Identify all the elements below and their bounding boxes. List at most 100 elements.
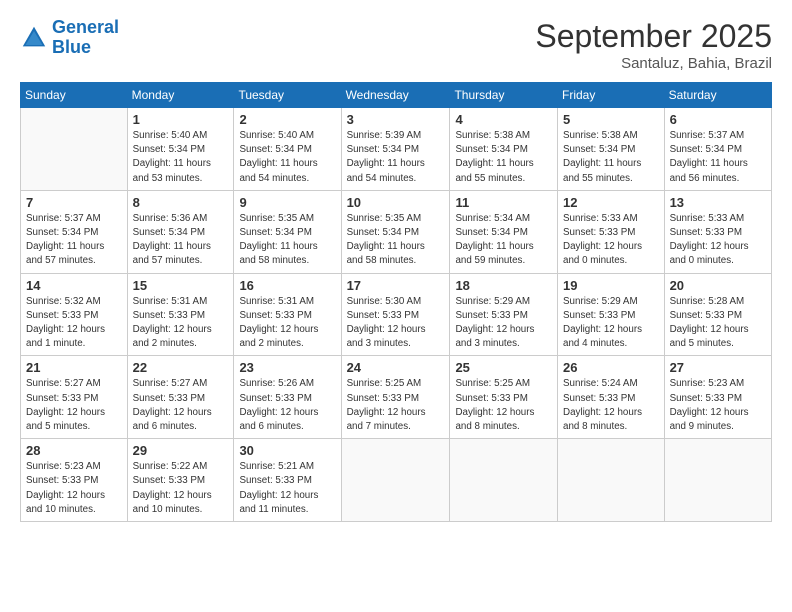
day-number: 3 [347,112,445,127]
day-info: Sunrise: 5:36 AM Sunset: 5:34 PM Dayligh… [133,212,229,269]
day-number: 22 [133,360,229,375]
day-number: 21 [26,360,122,375]
page: General Blue September 2025 Santaluz, Ba… [0,0,792,612]
calendar-cell: 30 Sunrise: 5:21 AM Sunset: 5:33 PM Dayli… [234,439,341,522]
day-number: 13 [670,195,766,210]
calendar-header-wednesday: Wednesday [341,83,450,108]
day-number: 5 [563,112,659,127]
calendar-header-friday: Friday [558,83,665,108]
day-info: Sunrise: 5:31 AM Sunset: 5:33 PM Dayligh… [239,295,335,352]
calendar-cell: 24 Sunrise: 5:25 AM Sunset: 5:33 PM Dayli… [341,356,450,439]
calendar-header-sunday: Sunday [21,83,128,108]
calendar-cell: 21 Sunrise: 5:27 AM Sunset: 5:33 PM Dayli… [21,356,128,439]
calendar-cell: 25Sunrise: 5:25 AM Sunset: 5:33 PM Dayli… [450,356,558,439]
day-number: 4 [455,112,552,127]
logo-icon [20,24,48,52]
calendar-header-thursday: Thursday [450,83,558,108]
calendar-header-row: SundayMondayTuesdayWednesdayThursdayFrid… [21,83,772,108]
day-number: 12 [563,195,659,210]
day-info: Sunrise: 5:27 AM Sunset: 5:33 PM Dayligh… [133,377,229,434]
day-info: Sunrise: 5:29 AM Sunset: 5:33 PM Dayligh… [455,295,552,352]
day-info: Sunrise: 5:26 AM Sunset: 5:33 PM Dayligh… [239,377,335,434]
header: General Blue September 2025 Santaluz, Ba… [20,18,772,72]
calendar-cell: 13 Sunrise: 5:33 AM Sunset: 5:33 PM Dayli… [664,190,771,273]
day-info: Sunrise: 5:29 AM Sunset: 5:33 PM Dayligh… [563,295,659,352]
calendar-week-1: 1 Sunrise: 5:40 AM Sunset: 5:34 PM Daylig… [21,108,772,191]
day-info: Sunrise: 5:38 AM Sunset: 5:34 PM Dayligh… [455,129,552,186]
calendar-cell: 6 Sunrise: 5:37 AM Sunset: 5:34 PM Daylig… [664,108,771,191]
day-number: 17 [347,278,445,293]
calendar-cell: 26Sunrise: 5:24 AM Sunset: 5:33 PM Dayli… [558,356,665,439]
month-title: September 2025 [535,18,772,55]
day-info: Sunrise: 5:30 AM Sunset: 5:33 PM Dayligh… [347,295,445,352]
calendar-header-tuesday: Tuesday [234,83,341,108]
calendar-cell: 19Sunrise: 5:29 AM Sunset: 5:33 PM Dayli… [558,273,665,356]
calendar-header-saturday: Saturday [664,83,771,108]
day-number: 8 [133,195,229,210]
day-info: Sunrise: 5:33 AM Sunset: 5:33 PM Dayligh… [670,212,766,269]
calendar-cell [450,439,558,522]
calendar-table: SundayMondayTuesdayWednesdayThursdayFrid… [20,82,772,522]
calendar-cell: 5Sunrise: 5:38 AM Sunset: 5:34 PM Daylig… [558,108,665,191]
day-number: 9 [239,195,335,210]
calendar-cell: 17 Sunrise: 5:30 AM Sunset: 5:33 PM Dayli… [341,273,450,356]
day-info: Sunrise: 5:32 AM Sunset: 5:33 PM Dayligh… [26,295,122,352]
calendar-cell: 11Sunrise: 5:34 AM Sunset: 5:34 PM Dayli… [450,190,558,273]
day-info: Sunrise: 5:31 AM Sunset: 5:33 PM Dayligh… [133,295,229,352]
calendar-cell: 27Sunrise: 5:23 AM Sunset: 5:33 PM Dayli… [664,356,771,439]
calendar-cell [21,108,128,191]
title-block: September 2025 Santaluz, Bahia, Brazil [535,18,772,72]
day-number: 6 [670,112,766,127]
calendar-cell [664,439,771,522]
day-info: Sunrise: 5:33 AM Sunset: 5:33 PM Dayligh… [563,212,659,269]
day-number: 14 [26,278,122,293]
calendar-week-3: 14 Sunrise: 5:32 AM Sunset: 5:33 PM Dayli… [21,273,772,356]
day-number: 15 [133,278,229,293]
calendar-cell: 12 Sunrise: 5:33 AM Sunset: 5:33 PM Dayli… [558,190,665,273]
calendar-week-5: 28 Sunrise: 5:23 AM Sunset: 5:33 PM Dayli… [21,439,772,522]
calendar-cell: 10 Sunrise: 5:35 AM Sunset: 5:34 PM Dayli… [341,190,450,273]
day-number: 10 [347,195,445,210]
logo-line2: Blue [52,37,91,57]
calendar-cell: 29 Sunrise: 5:22 AM Sunset: 5:33 PM Dayli… [127,439,234,522]
day-info: Sunrise: 5:21 AM Sunset: 5:33 PM Dayligh… [239,460,335,517]
logo: General Blue [20,18,119,58]
day-number: 23 [239,360,335,375]
day-info: Sunrise: 5:22 AM Sunset: 5:33 PM Dayligh… [133,460,229,517]
day-info: Sunrise: 5:27 AM Sunset: 5:33 PM Dayligh… [26,377,122,434]
calendar-header-monday: Monday [127,83,234,108]
day-number: 1 [133,112,229,127]
day-number: 11 [455,195,552,210]
logo-line1: General [52,17,119,37]
calendar-cell: 16Sunrise: 5:31 AM Sunset: 5:33 PM Dayli… [234,273,341,356]
calendar-cell: 1 Sunrise: 5:40 AM Sunset: 5:34 PM Daylig… [127,108,234,191]
day-number: 29 [133,443,229,458]
day-info: Sunrise: 5:39 AM Sunset: 5:34 PM Dayligh… [347,129,445,186]
calendar-week-2: 7Sunrise: 5:37 AM Sunset: 5:34 PM Daylig… [21,190,772,273]
day-number: 2 [239,112,335,127]
day-info: Sunrise: 5:35 AM Sunset: 5:34 PM Dayligh… [347,212,445,269]
day-number: 7 [26,195,122,210]
day-info: Sunrise: 5:23 AM Sunset: 5:33 PM Dayligh… [26,460,122,517]
day-number: 30 [239,443,335,458]
calendar-cell [558,439,665,522]
calendar-cell: 15 Sunrise: 5:31 AM Sunset: 5:33 PM Dayli… [127,273,234,356]
day-number: 24 [347,360,445,375]
day-info: Sunrise: 5:28 AM Sunset: 5:33 PM Dayligh… [670,295,766,352]
logo-text: General Blue [52,18,119,58]
day-number: 28 [26,443,122,458]
calendar-week-4: 21 Sunrise: 5:27 AM Sunset: 5:33 PM Dayli… [21,356,772,439]
calendar-cell: 23 Sunrise: 5:26 AM Sunset: 5:33 PM Dayli… [234,356,341,439]
calendar-cell: 14 Sunrise: 5:32 AM Sunset: 5:33 PM Dayli… [21,273,128,356]
day-number: 25 [455,360,552,375]
day-info: Sunrise: 5:37 AM Sunset: 5:34 PM Dayligh… [670,129,766,186]
calendar-cell: 8 Sunrise: 5:36 AM Sunset: 5:34 PM Daylig… [127,190,234,273]
calendar-cell: 7Sunrise: 5:37 AM Sunset: 5:34 PM Daylig… [21,190,128,273]
calendar-cell: 9Sunrise: 5:35 AM Sunset: 5:34 PM Daylig… [234,190,341,273]
day-info: Sunrise: 5:24 AM Sunset: 5:33 PM Dayligh… [563,377,659,434]
calendar-cell [341,439,450,522]
day-number: 20 [670,278,766,293]
calendar-cell: 22 Sunrise: 5:27 AM Sunset: 5:33 PM Dayli… [127,356,234,439]
day-info: Sunrise: 5:25 AM Sunset: 5:33 PM Dayligh… [347,377,445,434]
day-info: Sunrise: 5:40 AM Sunset: 5:34 PM Dayligh… [133,129,229,186]
